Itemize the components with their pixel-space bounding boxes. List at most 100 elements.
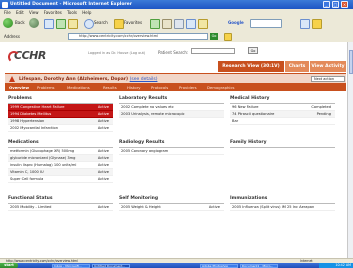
problem-row[interactable]: 1999 Congestive Heart Failure Active	[8, 104, 113, 111]
address-label: Address	[4, 34, 20, 39]
refresh-icon[interactable]	[56, 19, 66, 29]
logo-swoosh-icon	[8, 51, 20, 63]
close-button[interactable]: ×	[341, 1, 348, 8]
menu-edit[interactable]: Edit	[16, 9, 24, 16]
links-icon[interactable]	[224, 33, 232, 41]
start-button[interactable]: start	[0, 263, 18, 268]
subnav-problems[interactable]: Problems	[37, 85, 55, 90]
lab-row[interactable]: 2002 Complete no values etc	[119, 104, 224, 111]
window-title: Untitled Document - Microsoft Internet E…	[10, 2, 132, 7]
search-icon[interactable]	[84, 19, 94, 29]
subnav-overview[interactable]: Overview	[9, 85, 29, 90]
media-icon[interactable]	[150, 19, 160, 29]
immunizations-section: Immunizations 2005 Influenza (Split viru…	[230, 196, 335, 211]
section-title: Self Monitoring	[119, 196, 224, 204]
section-title: Functional Status	[8, 196, 113, 204]
menu-help[interactable]: Help	[82, 9, 91, 16]
problem-row[interactable]: 1994 Diabetes Mellitus Active	[8, 111, 113, 118]
google-search-icon[interactable]	[300, 19, 310, 29]
subnav-results[interactable]: Results	[103, 85, 117, 90]
subnav-protocols[interactable]: Protocols	[151, 85, 168, 90]
medication-row[interactable]: metformin (Glucophage XR) 500mg Active	[8, 148, 113, 155]
section-title: Medical History	[230, 96, 335, 104]
menu-view[interactable]: View	[29, 9, 39, 16]
medication-row[interactable]: Vitamin C, 1000 IU Active	[8, 169, 113, 176]
tab-charts[interactable]: Charts	[285, 61, 309, 72]
taskbar-item[interactable]: Adobe Photoshop	[200, 263, 238, 268]
taskbar-item[interactable]: Untitled Document...	[92, 263, 130, 268]
print-icon[interactable]	[174, 19, 184, 29]
tab-research-view[interactable]: Research View (30:1V)	[218, 61, 284, 72]
medication-row[interactable]: Super Cell formula Active	[8, 176, 113, 183]
immunization-row[interactable]: 2005 Influenza (Split virus) IM 25 Inc A…	[230, 204, 335, 211]
search-label[interactable]: Search	[94, 20, 108, 25]
monitoring-row[interactable]: 2005 Weight & Height Active	[119, 204, 224, 211]
lab-results-section: Laboratory Results 2002 Complete no valu…	[119, 96, 224, 118]
subnav-history[interactable]: History	[127, 85, 141, 90]
taskbar: start Inbox - Microsoft... Untitled Docu…	[0, 263, 353, 268]
menu-tools[interactable]: Tools	[67, 9, 77, 16]
mail-icon[interactable]	[162, 19, 172, 29]
vertical-scrollbar[interactable]	[347, 42, 353, 258]
favorites-label[interactable]: Favorites	[124, 20, 142, 25]
subnav-medications[interactable]: Medications	[67, 85, 90, 90]
favorites-star-icon[interactable]	[114, 19, 124, 29]
window-title-bar: Untitled Document - Microsoft Internet E…	[0, 0, 353, 9]
functional-status-section: Functional Status 2005 Mobility - Limite…	[8, 196, 113, 211]
taskbar-item[interactable]: Inbox - Microsoft...	[52, 263, 90, 268]
history-row[interactable]: 74 Ptrascii questionaire Pending	[230, 111, 335, 118]
browser-toolbar: Back Search Favorites Google	[0, 16, 353, 32]
messenger-icon[interactable]	[198, 19, 208, 29]
ie-icon	[2, 1, 8, 8]
medication-row[interactable]: insulin lispro (Humalog) 100 units/ml Act…	[8, 162, 113, 169]
next-action-select[interactable]: Next action	[311, 76, 345, 82]
minimize-button[interactable]: _	[323, 1, 330, 8]
edit-icon[interactable]	[186, 19, 196, 29]
patient-name: Lifespan, Dorothy Ann (Alzheimers, Dopar…	[19, 76, 158, 82]
medical-history-section: Medical History 96 New Failure Completed …	[230, 96, 335, 125]
subnav-providers[interactable]: Providers	[179, 85, 197, 90]
forward-arrow-icon[interactable]	[29, 18, 39, 28]
maximize-button[interactable]: □	[332, 1, 339, 8]
back-label[interactable]: Back	[15, 20, 25, 25]
problem-row[interactable]: 2002 Myocardial Infarction Active	[8, 125, 113, 132]
menu-favorites[interactable]: Favorites	[44, 9, 62, 16]
patient-details-link[interactable]: (see details)	[130, 77, 158, 82]
section-title: Immunizations	[230, 196, 335, 204]
tab-view-activity[interactable]: View Activity	[310, 61, 346, 72]
scrollbar-thumb[interactable]	[348, 50, 353, 74]
page-content: CCHR Logged in as Dr. House (Log out) Pa…	[0, 42, 347, 258]
logged-in-text[interactable]: Logged in as Dr. House (Log out)	[88, 51, 145, 55]
stop-icon[interactable]	[44, 19, 54, 29]
highlight-icon[interactable]	[312, 19, 322, 29]
medications-section: Medications metformin (Glucophage XR) 50…	[8, 140, 113, 183]
home-icon[interactable]	[68, 19, 78, 29]
subnav-demographics[interactable]: Demographics	[207, 85, 235, 90]
patient-search-go-button[interactable]: Go	[248, 47, 258, 54]
google-search-input[interactable]	[250, 19, 282, 28]
medication-row[interactable]: glyburide micronized (Glynase) 3mg Active	[8, 155, 113, 162]
warning-icon	[9, 75, 15, 82]
section-title: Laboratory Results	[119, 96, 224, 104]
taskbar-item[interactable]: Document1 - Micro...	[240, 263, 278, 268]
radiology-row[interactable]: 2005 Coronary angiogram	[119, 148, 224, 155]
self-monitoring-section: Self Monitoring 2005 Weight & Height Acti…	[119, 196, 224, 211]
patient-search-label: Patient Search:	[158, 50, 189, 55]
back-arrow-icon[interactable]	[3, 18, 13, 28]
radiology-section: Radiology Results 2005 Coronary angiogra…	[119, 140, 224, 155]
section-nav: Overview Problems Medications Results Hi…	[5, 83, 346, 91]
system-tray: 10:42 AM	[319, 263, 353, 268]
cchr-logo: CCHR	[8, 49, 46, 63]
problem-row[interactable]: 1998 Hypertension Active	[8, 118, 113, 125]
menu-file[interactable]: File	[4, 9, 11, 16]
history-row[interactable]: Bar	[230, 118, 335, 125]
section-title: Medications	[8, 140, 113, 148]
functional-row[interactable]: 2005 Mobility - Limited Active	[8, 204, 113, 211]
patient-search-input[interactable]	[191, 48, 235, 54]
history-row[interactable]: 96 New Failure Completed	[230, 104, 335, 111]
address-go-button[interactable]: Go	[210, 33, 218, 40]
lab-row[interactable]: 2003 Urinalysis, remote microcopic	[119, 111, 224, 118]
google-toolbar-label[interactable]: Google	[228, 20, 244, 25]
address-input[interactable]: http://www.centricity.com/cchr/overview.…	[68, 33, 208, 40]
section-title: Family History	[230, 140, 335, 148]
